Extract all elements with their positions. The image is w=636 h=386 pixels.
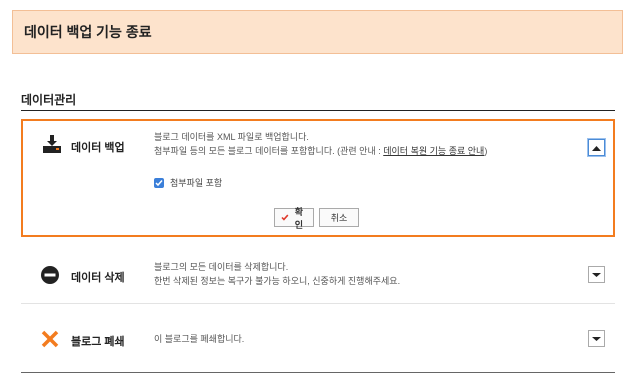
- backup-description: 블로그 데이터를 XML 파일로 백업합니다. 첨부파일 등의 모든 블로그 데…: [154, 130, 487, 158]
- backup-desc-suffix: ): [484, 146, 488, 156]
- row-label-delete: 데이터 삭제: [71, 272, 125, 284]
- backup-desc-prefix: 첨부파일 등의 모든 블로그 데이터를 포함합니다. (관련 안내 :: [154, 146, 384, 156]
- delete-desc-line2: 한번 삭제된 정보는 복구가 불가능 하오니, 신중하게 진행해주세요.: [154, 276, 401, 286]
- cancel-button[interactable]: 취소: [319, 208, 359, 227]
- backup-desc-line2: 첨부파일 등의 모든 블로그 데이터를 포함합니다. (관련 안내 : 데이터 …: [154, 144, 487, 158]
- include-attachments-label: 첨부파일 포함: [170, 178, 223, 188]
- delete-description: 블로그의 모든 데이터를 삭제합니다. 한번 삭제된 정보는 복구가 불가능 하…: [154, 260, 400, 288]
- section-title: 데이터관리: [21, 93, 77, 107]
- backup-action-buttons: 확인 취소: [274, 207, 359, 230]
- checkbox-checked-icon: [154, 177, 164, 188]
- check-icon: [281, 214, 289, 221]
- row-data-backup: 데이터 백업 블로그 데이터를 XML 파일로 백업합니다. 첨부파일 등의 모…: [21, 119, 615, 237]
- confirm-button[interactable]: 확인: [274, 207, 314, 230]
- minus-circle-icon: [41, 266, 59, 284]
- row-label-backup: 데이터 백업: [71, 142, 125, 154]
- backup-desc-line1: 블로그 데이터를 XML 파일로 백업합니다.: [154, 132, 309, 142]
- row-close-blog: 블로그 폐쇄 이 블로그를 폐쇄합니다.: [21, 310, 615, 372]
- expand-close-button[interactable]: [588, 330, 605, 347]
- restore-notice-link[interactable]: 데이터 복원 기능 종료 안내: [383, 146, 484, 156]
- expand-delete-button[interactable]: [588, 266, 605, 283]
- bottom-divider: [21, 372, 615, 373]
- delete-desc-line1: 블로그의 모든 데이터를 삭제합니다.: [154, 262, 289, 272]
- chevron-up-icon: [592, 145, 601, 151]
- close-desc: 이 블로그를 폐쇄합니다.: [154, 334, 245, 344]
- notice-banner: 데이터 백업 기능 종료: [12, 10, 623, 54]
- close-x-icon: [41, 330, 59, 348]
- download-tray-icon: [41, 133, 63, 155]
- collapse-backup-button[interactable]: [588, 139, 605, 156]
- chevron-down-icon: [592, 336, 601, 341]
- notice-text: 데이터 백업 기능 종료: [24, 24, 152, 40]
- section-divider: [21, 110, 615, 111]
- row-label-close: 블로그 폐쇄: [71, 336, 125, 348]
- row-data-delete: 데이터 삭제 블로그의 모든 데이터를 삭제합니다. 한번 삭제된 정보는 복구…: [21, 245, 615, 304]
- confirm-label: 확인: [294, 206, 304, 230]
- include-attachments-checkbox[interactable]: 첨부파일 포함: [154, 176, 222, 189]
- chevron-down-icon: [592, 272, 601, 277]
